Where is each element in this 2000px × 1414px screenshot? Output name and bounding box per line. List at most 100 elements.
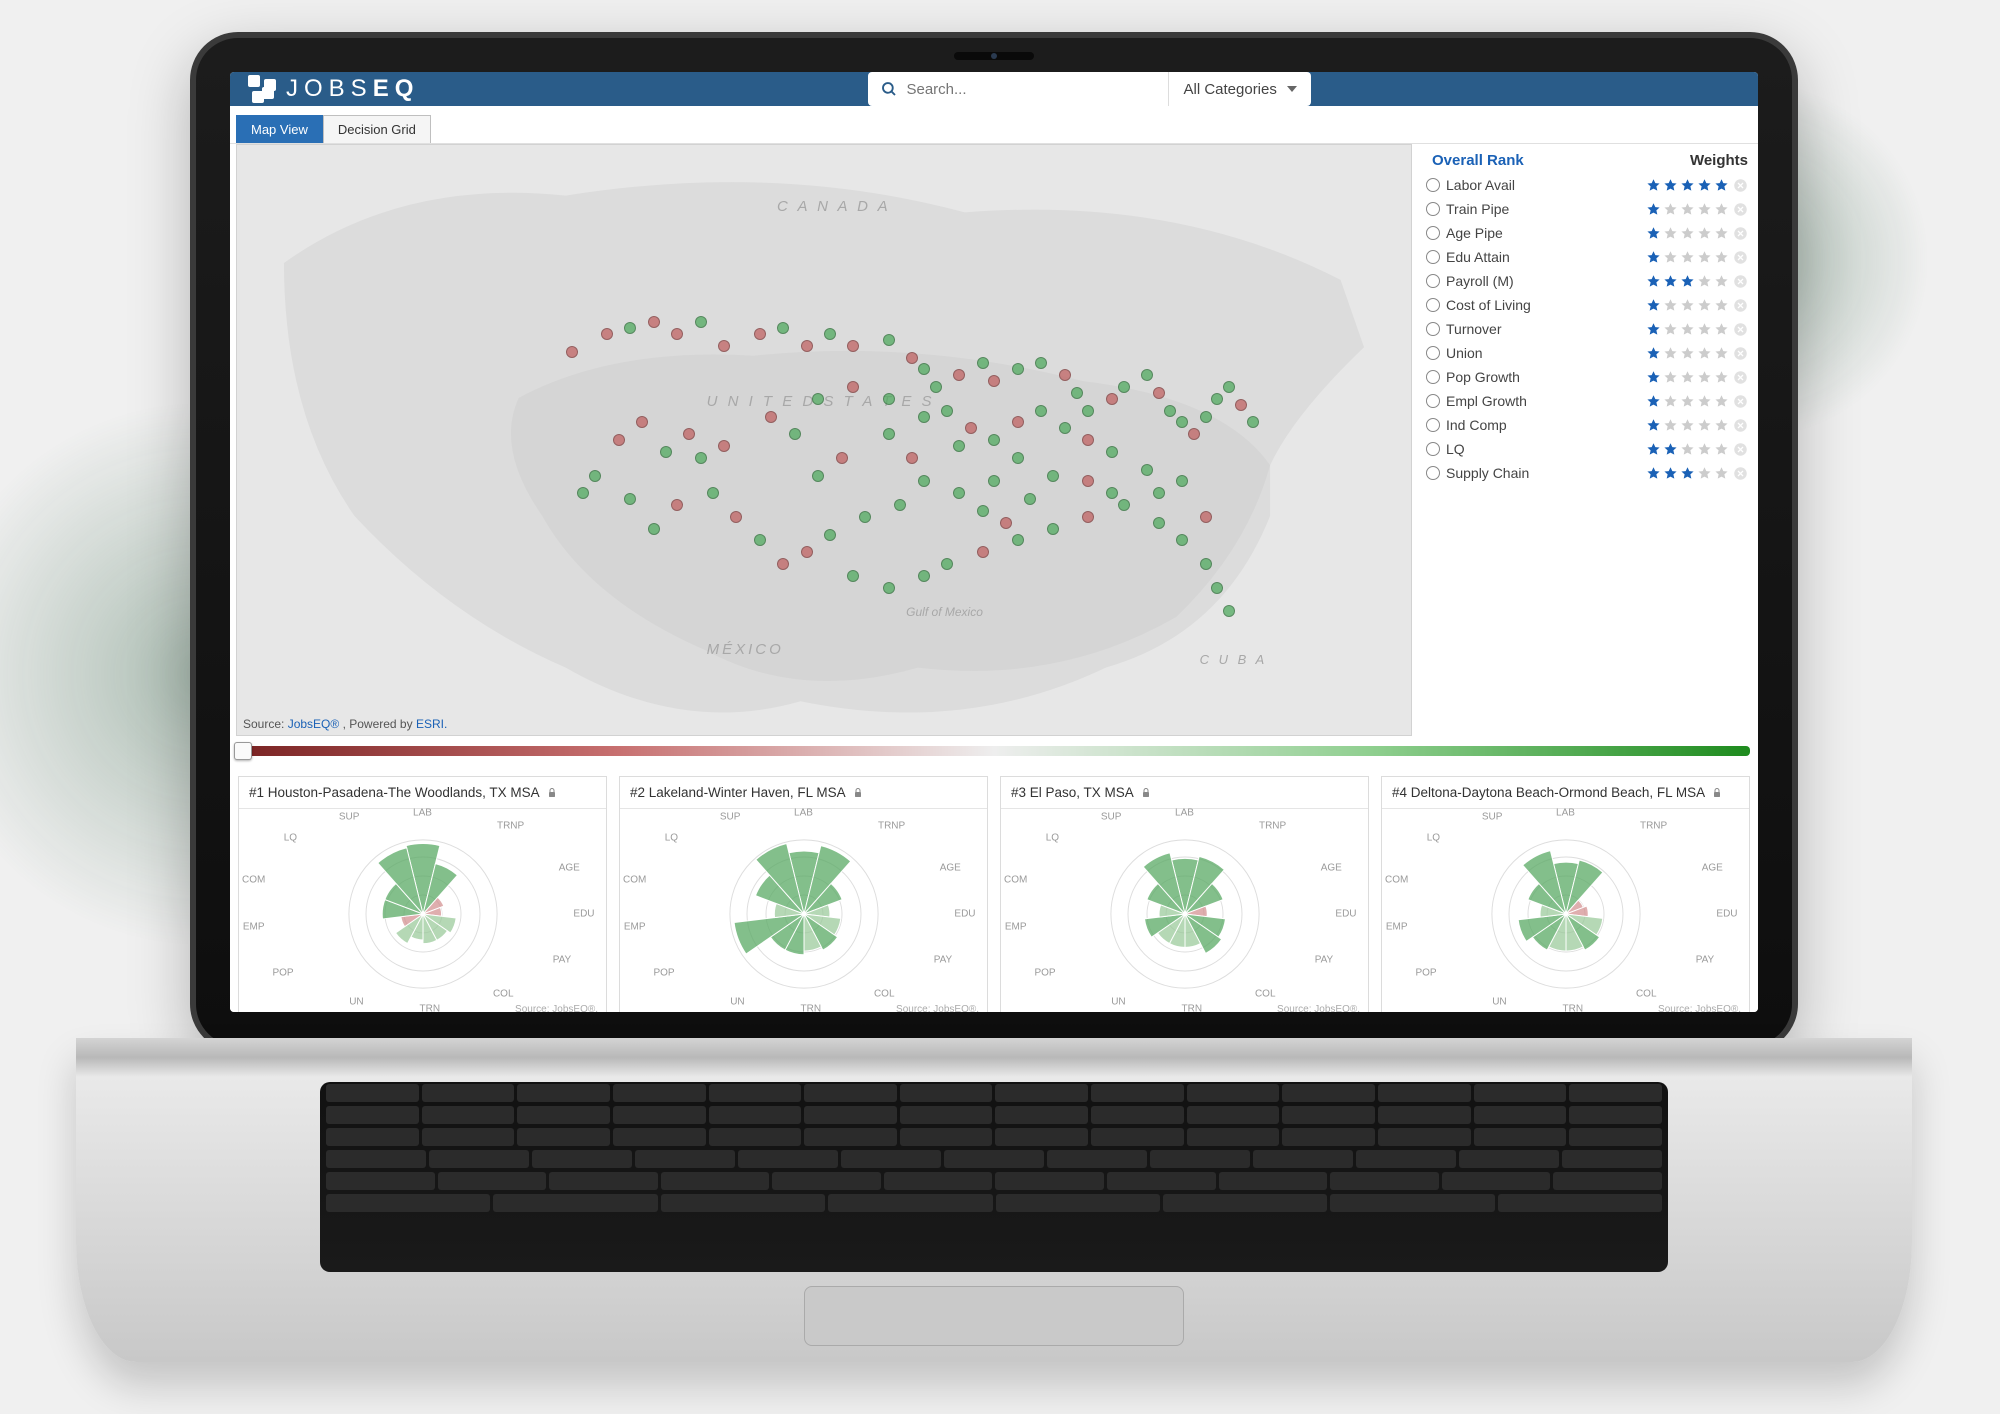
star-icon[interactable]: [1714, 322, 1729, 337]
star-icon[interactable]: [1663, 322, 1678, 337]
metric-radio[interactable]: [1426, 274, 1440, 288]
map-point[interactable]: [812, 470, 824, 482]
remove-metric-icon[interactable]: [1733, 298, 1748, 313]
remove-metric-icon[interactable]: [1733, 250, 1748, 265]
map-canvas[interactable]: C A N A D A U N I T E D S T A T E S MÉXI…: [236, 144, 1412, 736]
metric-radio[interactable]: [1426, 226, 1440, 240]
map-point[interactable]: [777, 322, 789, 334]
map-point[interactable]: [589, 470, 601, 482]
star-icon[interactable]: [1646, 274, 1661, 289]
map-point[interactable]: [1047, 523, 1059, 535]
map-point[interactable]: [1059, 422, 1071, 434]
metric-stars[interactable]: [1646, 466, 1729, 481]
star-icon[interactable]: [1680, 466, 1695, 481]
map-point[interactable]: [906, 452, 918, 464]
star-icon[interactable]: [1714, 346, 1729, 361]
star-icon[interactable]: [1680, 202, 1695, 217]
attribution-link-esri[interactable]: ESRI.: [416, 717, 447, 731]
remove-metric-icon[interactable]: [1733, 202, 1748, 217]
star-icon[interactable]: [1663, 442, 1678, 457]
star-icon[interactable]: [1714, 274, 1729, 289]
metric-radio[interactable]: [1426, 322, 1440, 336]
map-point[interactable]: [1071, 387, 1083, 399]
star-icon[interactable]: [1646, 370, 1661, 385]
remove-metric-icon[interactable]: [1733, 442, 1748, 457]
star-icon[interactable]: [1646, 466, 1661, 481]
star-icon[interactable]: [1697, 466, 1712, 481]
star-icon[interactable]: [1697, 226, 1712, 241]
map-point[interactable]: [660, 446, 672, 458]
map-point[interactable]: [1024, 493, 1036, 505]
star-icon[interactable]: [1680, 178, 1695, 193]
metric-radio[interactable]: [1426, 466, 1440, 480]
star-icon[interactable]: [1663, 178, 1678, 193]
star-icon[interactable]: [1697, 394, 1712, 409]
star-icon[interactable]: [1714, 298, 1729, 313]
map-point[interactable]: [648, 523, 660, 535]
star-icon[interactable]: [1714, 370, 1729, 385]
map-point[interactable]: [836, 452, 848, 464]
star-icon[interactable]: [1714, 226, 1729, 241]
map-point[interactable]: [789, 428, 801, 440]
metric-stars[interactable]: [1646, 250, 1729, 265]
metric-stars[interactable]: [1646, 442, 1729, 457]
map-point[interactable]: [883, 428, 895, 440]
metric-radio[interactable]: [1426, 202, 1440, 216]
result-card[interactable]: #4 Deltona-Daytona Beach-Ormond Beach, F…: [1381, 776, 1750, 1012]
metric-stars[interactable]: [1646, 274, 1729, 289]
result-card[interactable]: #1 Houston-Pasadena-The Woodlands, TX MS…: [238, 776, 607, 1012]
star-icon[interactable]: [1697, 274, 1712, 289]
metric-radio[interactable]: [1426, 298, 1440, 312]
remove-metric-icon[interactable]: [1733, 394, 1748, 409]
map-point[interactable]: [777, 558, 789, 570]
star-icon[interactable]: [1646, 298, 1661, 313]
map-point[interactable]: [812, 393, 824, 405]
app-logo[interactable]: JOBSEQ: [248, 75, 419, 103]
map-point[interactable]: [824, 529, 836, 541]
map-point[interactable]: [801, 340, 813, 352]
star-icon[interactable]: [1697, 202, 1712, 217]
star-icon[interactable]: [1714, 250, 1729, 265]
map-point[interactable]: [730, 511, 742, 523]
map-point[interactable]: [1164, 405, 1176, 417]
map-point[interactable]: [1247, 416, 1259, 428]
star-icon[interactable]: [1680, 346, 1695, 361]
star-icon[interactable]: [1663, 250, 1678, 265]
star-icon[interactable]: [1680, 274, 1695, 289]
star-icon[interactable]: [1646, 322, 1661, 337]
star-icon[interactable]: [1663, 370, 1678, 385]
star-icon[interactable]: [1714, 466, 1729, 481]
star-icon[interactable]: [1714, 394, 1729, 409]
map-point[interactable]: [1153, 387, 1165, 399]
star-icon[interactable]: [1663, 298, 1678, 313]
map-point[interactable]: [1059, 369, 1071, 381]
star-icon[interactable]: [1663, 226, 1678, 241]
map-point[interactable]: [648, 316, 660, 328]
map-point[interactable]: [859, 511, 871, 523]
star-icon[interactable]: [1663, 466, 1678, 481]
map-point[interactable]: [1141, 464, 1153, 476]
star-icon[interactable]: [1697, 418, 1712, 433]
lock-icon[interactable]: [1711, 787, 1723, 799]
remove-metric-icon[interactable]: [1733, 418, 1748, 433]
map-point[interactable]: [707, 487, 719, 499]
metric-stars[interactable]: [1646, 418, 1729, 433]
star-icon[interactable]: [1680, 418, 1695, 433]
remove-metric-icon[interactable]: [1733, 370, 1748, 385]
metric-stars[interactable]: [1646, 178, 1729, 193]
remove-metric-icon[interactable]: [1733, 346, 1748, 361]
star-icon[interactable]: [1680, 250, 1695, 265]
star-icon[interactable]: [1646, 418, 1661, 433]
star-icon[interactable]: [1663, 274, 1678, 289]
tab-decision-grid[interactable]: Decision Grid: [323, 115, 431, 143]
star-icon[interactable]: [1680, 298, 1695, 313]
map-point[interactable]: [1200, 558, 1212, 570]
star-icon[interactable]: [1680, 442, 1695, 457]
star-icon[interactable]: [1663, 202, 1678, 217]
remove-metric-icon[interactable]: [1733, 466, 1748, 481]
star-icon[interactable]: [1680, 226, 1695, 241]
map-point[interactable]: [1082, 511, 1094, 523]
star-icon[interactable]: [1714, 202, 1729, 217]
remove-metric-icon[interactable]: [1733, 178, 1748, 193]
map-point[interactable]: [754, 534, 766, 546]
